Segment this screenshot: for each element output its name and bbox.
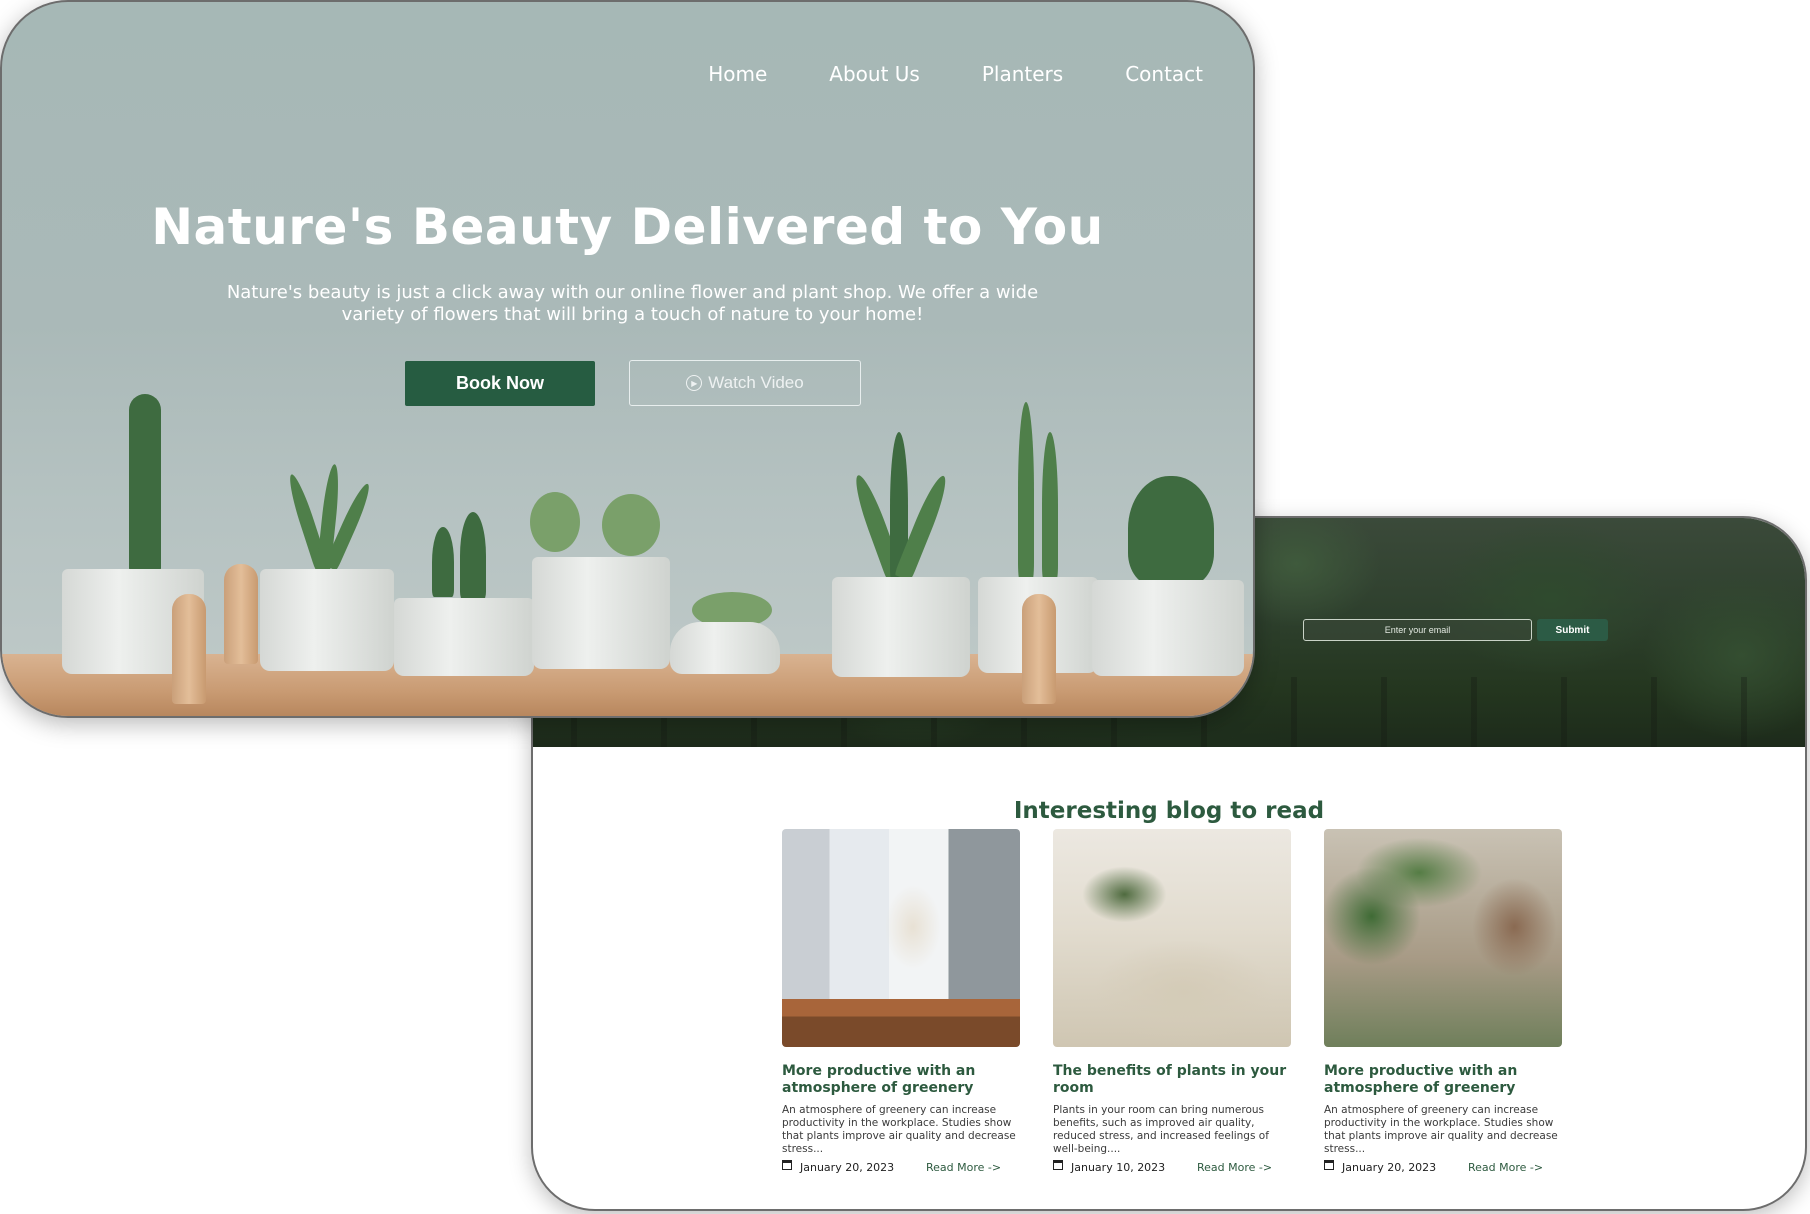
- read-more-link[interactable]: Read More ->: [1468, 1161, 1543, 1174]
- blog-post-excerpt: Plants in your room can bring numerous b…: [1053, 1104, 1269, 1155]
- cactus-plant: [432, 527, 454, 597]
- play-icon: ▶: [686, 375, 703, 391]
- planter-pot: [832, 577, 970, 677]
- blog-card[interactable]: More productive with an atmosphere of gr…: [782, 829, 1020, 1174]
- nav-planters[interactable]: Planters: [982, 62, 1063, 86]
- wooden-peg: [172, 594, 206, 704]
- blog-post-date: January 20, 2023: [1342, 1160, 1437, 1174]
- hero-card: Home About Us Planters Contact Nature's …: [0, 0, 1255, 718]
- read-more-link[interactable]: Read More ->: [1197, 1161, 1272, 1174]
- blog-post-meta: January 10, 2023 Read More ->: [1053, 1160, 1291, 1174]
- blog-post-title[interactable]: The benefits of plants in your room: [1053, 1063, 1291, 1097]
- blog-card[interactable]: More productive with an atmosphere of gr…: [1324, 829, 1562, 1174]
- hero-title: Nature's Beauty Delivered to You: [151, 198, 1104, 256]
- blog-post-excerpt: An atmosphere of greenery can increase p…: [782, 1104, 1016, 1155]
- cactus-plant: [1042, 432, 1058, 580]
- watch-video-button[interactable]: ▶ Watch Video: [629, 360, 861, 406]
- blog-post-excerpt: An atmosphere of greenery can increase p…: [1324, 1104, 1558, 1155]
- planter-pot: [394, 598, 534, 676]
- calendar-icon: [782, 1160, 792, 1170]
- hero-subtitle: Nature's beauty is just a click away wit…: [226, 282, 1039, 325]
- blog-image-gardener[interactable]: [782, 829, 1020, 1047]
- nav-contact[interactable]: Contact: [1125, 62, 1203, 86]
- read-more-link[interactable]: Read More ->: [926, 1161, 1001, 1174]
- calendar-icon: [1324, 1160, 1334, 1170]
- wooden-peg: [1022, 594, 1056, 704]
- wooden-peg: [224, 564, 258, 664]
- blog-image-woman-desk[interactable]: [1324, 829, 1562, 1047]
- blog-post-date: January 20, 2023: [800, 1160, 895, 1174]
- succulent-plant: [602, 494, 660, 556]
- book-now-button[interactable]: Book Now: [405, 361, 595, 406]
- cactus-plant: [1018, 402, 1034, 580]
- planter-pot: [670, 622, 780, 674]
- blog-post-title[interactable]: More productive with an atmosphere of gr…: [782, 1063, 1020, 1097]
- nav-home[interactable]: Home: [708, 62, 767, 86]
- succulent-plant: [530, 492, 580, 552]
- submit-button[interactable]: Submit: [1537, 619, 1608, 641]
- planter-pot: [1092, 580, 1244, 676]
- cactus-plant: [460, 512, 486, 600]
- blog-section-title: Interesting blog to read: [1013, 798, 1325, 824]
- blog-card[interactable]: The benefits of plants in your room Plan…: [1053, 829, 1291, 1174]
- cactus-plant: [129, 394, 161, 572]
- main-nav: Home About Us Planters Contact: [708, 62, 1203, 86]
- blog-post-title[interactable]: More productive with an atmosphere of gr…: [1324, 1063, 1562, 1097]
- watch-video-label: Watch Video: [708, 373, 804, 392]
- calendar-icon: [1053, 1160, 1063, 1170]
- blog-post-meta: January 20, 2023 Read More ->: [782, 1160, 1020, 1174]
- email-input[interactable]: [1303, 619, 1532, 641]
- nav-about-us[interactable]: About Us: [829, 62, 920, 86]
- round-cactus: [1128, 476, 1214, 586]
- planter-pot: [532, 557, 670, 669]
- planter-pot: [260, 569, 394, 671]
- blog-image-bedroom[interactable]: [1053, 829, 1291, 1047]
- blog-post-meta: January 20, 2023 Read More ->: [1324, 1160, 1562, 1174]
- blog-post-date: January 10, 2023: [1071, 1160, 1166, 1174]
